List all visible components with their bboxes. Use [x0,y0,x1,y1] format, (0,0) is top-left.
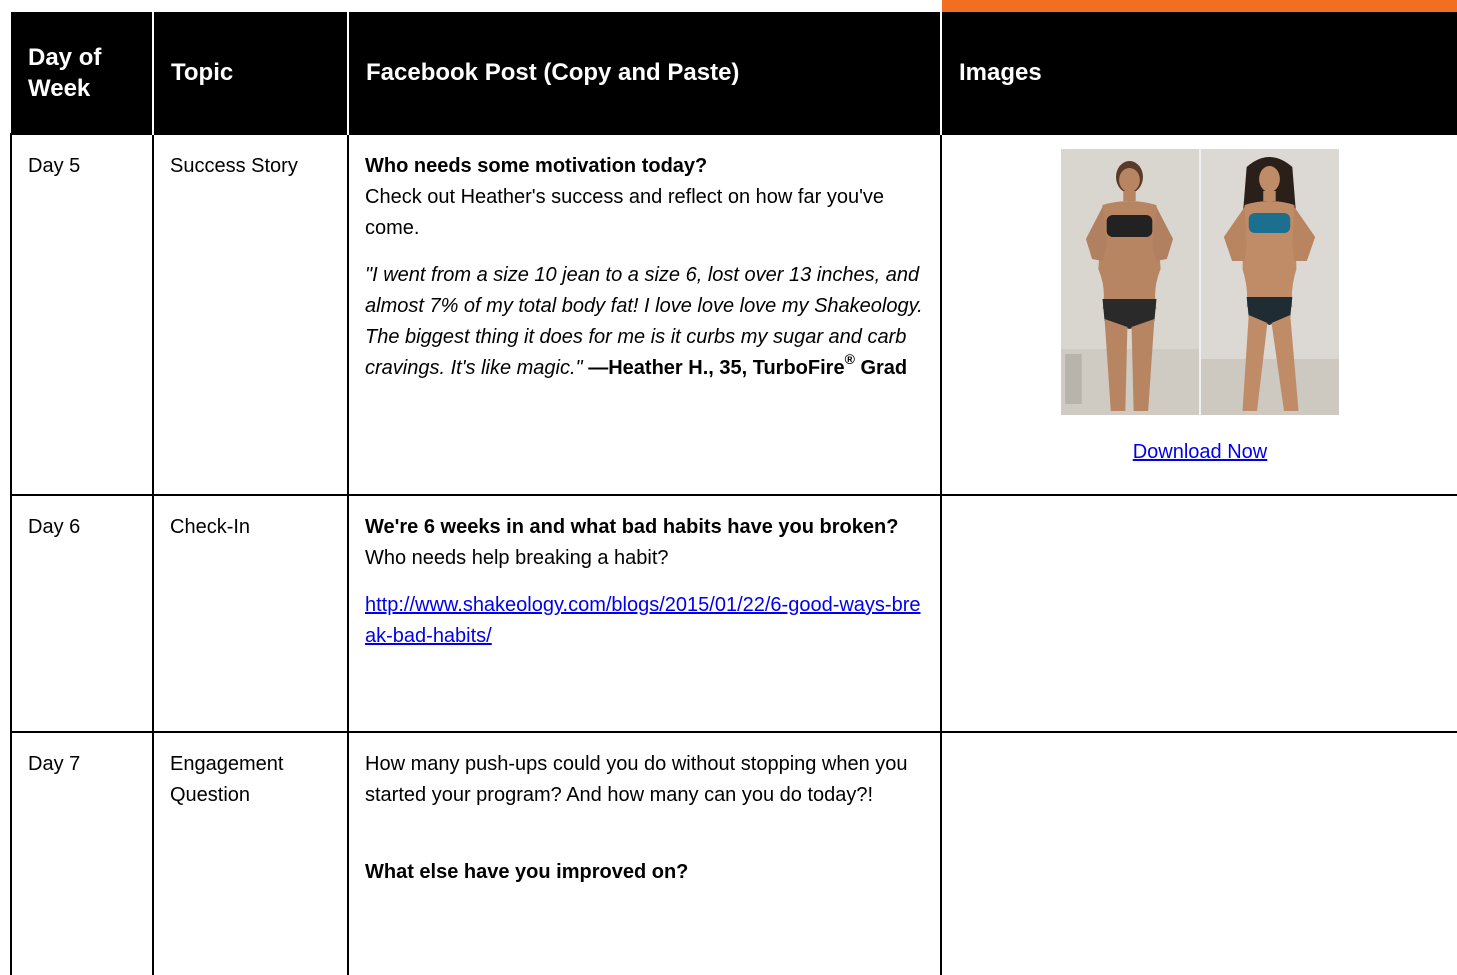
orange-accent-bar [942,0,1457,12]
post-cell[interactable]: We're 6 weeks in and what bad habits hav… [347,495,942,732]
table-row-day5: Day 5 Success Story Who needs some motiv… [10,134,1457,495]
post-text: Who needs help breaking a habit? [365,547,669,569]
topic-cell: Engagement Question [152,732,349,975]
header-facebook-post: Facebook Post (Copy and Paste) [347,12,941,134]
post-heading: What else have you improved on? [365,861,689,883]
post-cell[interactable]: How many push-ups could you do without s… [347,732,942,975]
testimonial-attribution: —Heather H., 35, TurboFire® Grad [588,351,908,379]
images-cell [940,732,1457,975]
blog-url-link[interactable]: http://www.shakeology.com/blogs/2015/01/… [365,594,921,647]
registered-mark: ® [844,351,855,367]
day-cell: Day 6 [10,495,154,732]
table-row-day6: Day 6 Check-In We're 6 weeks in and what… [10,495,1457,732]
post-cell[interactable]: Who needs some motivation today? Check o… [347,134,942,495]
day-cell: Day 7 [10,732,154,975]
before-photo [1061,149,1199,415]
social-post-table: Day of Week Topic Facebook Post (Copy an… [10,12,1457,975]
header-topic: Topic [152,12,348,134]
post-text: How many push-ups could you do without s… [365,753,908,806]
day-cell: Day 5 [10,134,154,495]
download-now-link[interactable]: Download Now [1133,441,1268,463]
topic-cell: Success Story [152,134,349,495]
after-photo [1199,149,1339,415]
images-cell [940,495,1457,732]
images-cell: Download Now [940,134,1457,495]
post-text: Check out Heather's success and reflect … [365,186,885,239]
before-after-photo[interactable] [1061,149,1339,415]
header-images: Images [940,12,1457,134]
table-header-row: Day of Week Topic Facebook Post (Copy an… [11,12,1457,134]
post-heading: We're 6 weeks in and what bad habits hav… [365,516,899,538]
post-heading: Who needs some motivation today? [365,155,708,177]
topic-cell: Check-In [152,495,349,732]
table-row-day7: Day 7 Engagement Question How many push-… [10,732,1457,975]
header-day-of-week: Day of Week [11,12,153,134]
